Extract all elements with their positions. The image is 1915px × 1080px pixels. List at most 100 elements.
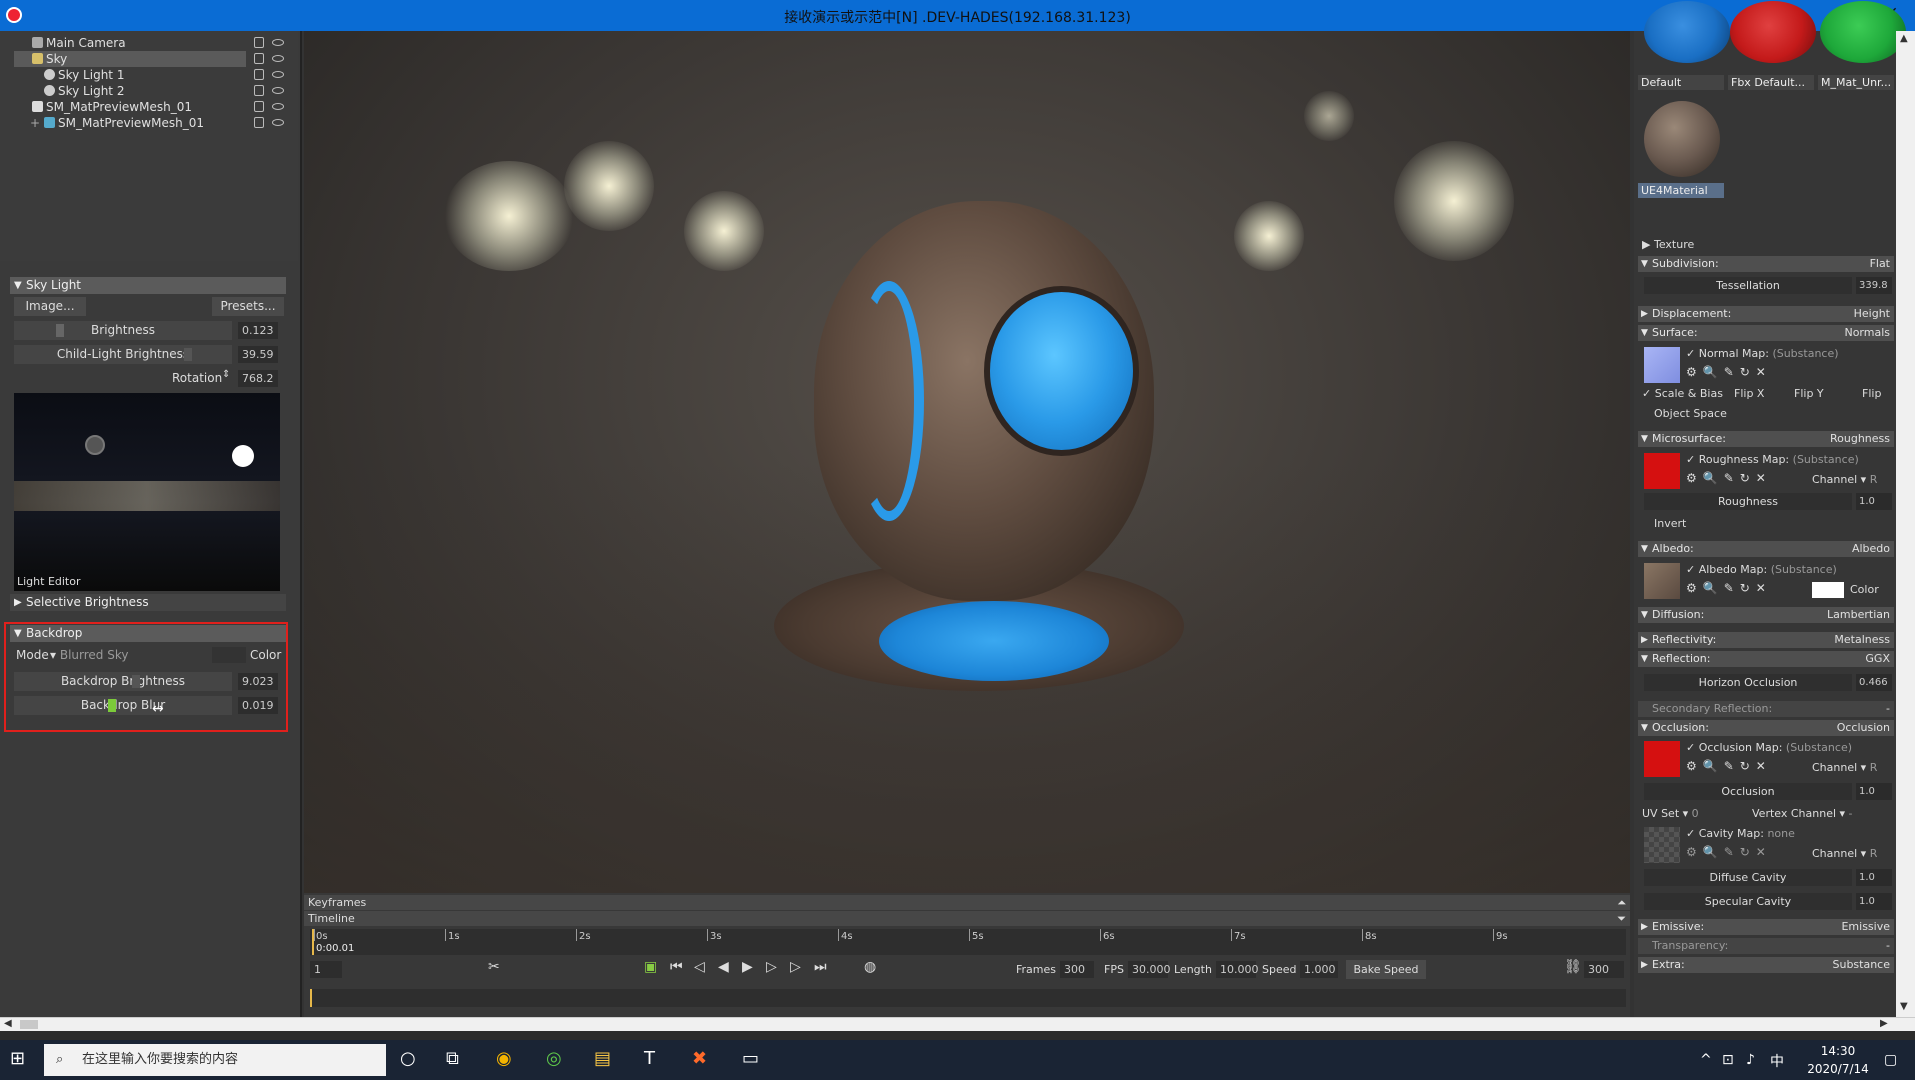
occlusion-map-swatch[interactable] (1644, 741, 1680, 777)
notification-icon[interactable]: ▢ (1884, 1052, 1897, 1068)
sky-light-header[interactable]: ▼ Sky Light (10, 277, 286, 294)
scroll-right-icon[interactable]: ▶ (1880, 1018, 1888, 1029)
scroll-down-icon[interactable]: ▼ (1900, 1001, 1908, 1012)
skip-start-icon[interactable]: ⏮ (670, 959, 683, 975)
specular-cavity-value[interactable]: 1.0 (1856, 893, 1892, 910)
diffuse-cavity-value[interactable]: 1.0 (1856, 869, 1892, 886)
remote-desktop-icon[interactable]: ▭ (742, 1048, 759, 1069)
rotation-value[interactable]: 768.2 (238, 370, 278, 387)
slider-knob-active[interactable] (108, 699, 116, 712)
length-value[interactable]: 10.000 (1216, 961, 1259, 978)
backdrop-blur-value[interactable]: 0.019 (238, 697, 278, 714)
file-explorer-icon[interactable]: ▤ (594, 1048, 611, 1069)
texture-section[interactable]: ▶ Texture (1642, 238, 1694, 251)
material-thumb-m-mat[interactable] (1820, 1, 1906, 63)
clock-time[interactable]: 14:30 (1798, 1044, 1878, 1058)
tray-expand-icon[interactable]: ^ (1700, 1052, 1712, 1068)
roughness-map-tools[interactable]: ⚙🔍✎↻✕ (1686, 471, 1772, 485)
roughness-value[interactable]: 1.0 (1856, 493, 1892, 510)
albedo-map-tools[interactable]: ⚙🔍✎↻✕ (1686, 581, 1772, 595)
fps-value[interactable]: 30.000 (1128, 961, 1171, 978)
brightness-value[interactable]: 0.123 (238, 322, 278, 339)
brightness-slider[interactable]: Brightness (14, 321, 232, 340)
text-editor-icon[interactable]: T (644, 1048, 655, 1069)
cortana-icon[interactable]: ○ (400, 1048, 416, 1069)
albedo-header[interactable]: ▼ Albedo: Albedo (1638, 541, 1894, 557)
visibility-icon[interactable] (272, 71, 284, 78)
backdrop-brightness-value[interactable]: 9.023 (238, 673, 278, 690)
vertical-scrollbar[interactable]: ▲ ▼ (1896, 31, 1915, 1017)
material-label-ue4[interactable]: UE4Material (1638, 183, 1724, 198)
tessellation-value[interactable]: 339.8 (1856, 277, 1892, 294)
lock-icon[interactable] (254, 101, 264, 112)
tree-item-mesh-1[interactable]: SM_MatPreviewMesh_01 (0, 99, 290, 115)
tree-item-sky-light-2[interactable]: Sky Light 2 (0, 83, 290, 99)
visibility-icon[interactable] (272, 55, 284, 62)
child-light-brightness-value[interactable]: 39.59 (238, 346, 278, 363)
object-space-checkbox[interactable]: Object Space (1654, 407, 1727, 420)
scale-bias-checkbox[interactable]: ✓ Scale & Bias (1642, 387, 1723, 400)
image-button[interactable]: Image... (14, 297, 86, 316)
reflection-header[interactable]: ▼ Reflection: GGX (1638, 651, 1894, 667)
displacement-header[interactable]: ▶ Displacement: Height (1638, 306, 1894, 322)
normal-map-tools[interactable]: ⚙🔍✎↻✕ (1686, 365, 1772, 379)
horizon-occlusion-slider[interactable]: Horizon Occlusion (1644, 674, 1852, 691)
occlusion-map-tools[interactable]: ⚙🔍✎↻✕ (1686, 759, 1772, 773)
transparency-header[interactable]: Transparency: - (1638, 938, 1894, 954)
uv-set-dropdown[interactable]: UV Set ▾ 0 (1642, 807, 1699, 820)
step-forward-icon[interactable]: ▷ (790, 959, 801, 975)
trim-icon[interactable]: ✂ (488, 959, 500, 975)
timeline-bar[interactable]: Timeline ⏷ (304, 911, 1630, 926)
backdrop-brightness-slider[interactable]: Backdrop Brightness (14, 672, 232, 691)
end-frame-value[interactable]: 300 (1584, 961, 1624, 978)
flip-x-checkbox[interactable]: Flip X (1734, 387, 1764, 400)
roughness-map-swatch[interactable] (1644, 453, 1680, 489)
occlusion-value[interactable]: 1.0 (1856, 783, 1892, 800)
backdrop-header[interactable]: ▼ Backdrop (10, 625, 286, 642)
specular-cavity-slider[interactable]: Specular Cavity (1644, 893, 1852, 910)
cavity-map-swatch[interactable] (1644, 827, 1680, 863)
reflectivity-header[interactable]: ▶ Reflectivity: Metalness (1638, 632, 1894, 648)
albedo-map-swatch[interactable] (1644, 563, 1680, 599)
presets-button[interactable]: Presets... (212, 297, 284, 316)
lock-icon[interactable] (254, 85, 264, 96)
chrome-icon[interactable]: ◉ (496, 1048, 512, 1069)
flip-z-checkbox[interactable]: Flip (1862, 387, 1881, 400)
loop-icon[interactable]: ▣ (644, 959, 657, 975)
light-editor-preview[interactable]: Light Editor (14, 393, 280, 591)
visibility-icon[interactable] (272, 87, 284, 94)
occlusion-channel-dropdown[interactable]: Channel ▾ R (1812, 761, 1877, 774)
app-taskbar-icon[interactable]: ✖ (692, 1048, 707, 1069)
cavity-channel-dropdown[interactable]: Channel ▾ R (1812, 847, 1877, 860)
lock-icon[interactable] (254, 117, 264, 128)
material-label-fbx[interactable]: Fbx Default... (1728, 75, 1814, 90)
expand-up-icon[interactable]: ⏶ (1617, 895, 1626, 910)
rotation-stepper-icon[interactable]: ⇕ (222, 369, 230, 380)
scroll-thumb[interactable] (20, 1020, 38, 1029)
secondary-reflection-header[interactable]: Secondary Reflection: - (1638, 701, 1894, 717)
material-thumb-ue4[interactable] (1644, 101, 1720, 177)
scroll-up-icon[interactable]: ▲ (1900, 33, 1908, 44)
slider-knob[interactable] (56, 324, 64, 337)
albedo-color-swatch[interactable] (1812, 582, 1844, 598)
clock-date[interactable]: 2020/7/14 (1798, 1062, 1878, 1076)
microsurface-header[interactable]: ▼ Microsurface: Roughness (1638, 431, 1894, 447)
mode-dropdown[interactable]: ▾ Blurred Sky (50, 648, 128, 662)
slider-knob[interactable] (132, 675, 140, 688)
time-ruler[interactable]: 0s 1s 2s 3s 4s 5s 6s 7s 8s 9s 0:00.01 (310, 929, 1626, 955)
speed-value[interactable]: 1.000 (1300, 961, 1338, 978)
step-play-icon[interactable]: ▷ (766, 959, 777, 975)
tree-item-sky-light-1[interactable]: Sky Light 1 (0, 67, 290, 83)
lock-icon[interactable] (254, 53, 264, 64)
collapse-down-icon[interactable]: ⏷ (1617, 911, 1626, 926)
backdrop-color-swatch[interactable] (212, 647, 246, 663)
task-view-icon[interactable]: ⧉ (446, 1048, 459, 1069)
roughness-channel-dropdown[interactable]: Channel ▾ R (1812, 473, 1877, 486)
link-icon[interactable]: ⛓ (1564, 959, 1582, 975)
play-icon[interactable]: ▶ (742, 959, 753, 975)
material-label-m-mat[interactable]: M_Mat_Unr... (1818, 75, 1894, 90)
cavity-map-tools[interactable]: ⚙🔍✎↻✕ (1686, 845, 1772, 859)
wechat-icon[interactable]: ◎ (546, 1048, 562, 1069)
tessellation-slider[interactable]: Tessellation (1644, 277, 1852, 294)
diffuse-cavity-slider[interactable]: Diffuse Cavity (1644, 869, 1852, 886)
